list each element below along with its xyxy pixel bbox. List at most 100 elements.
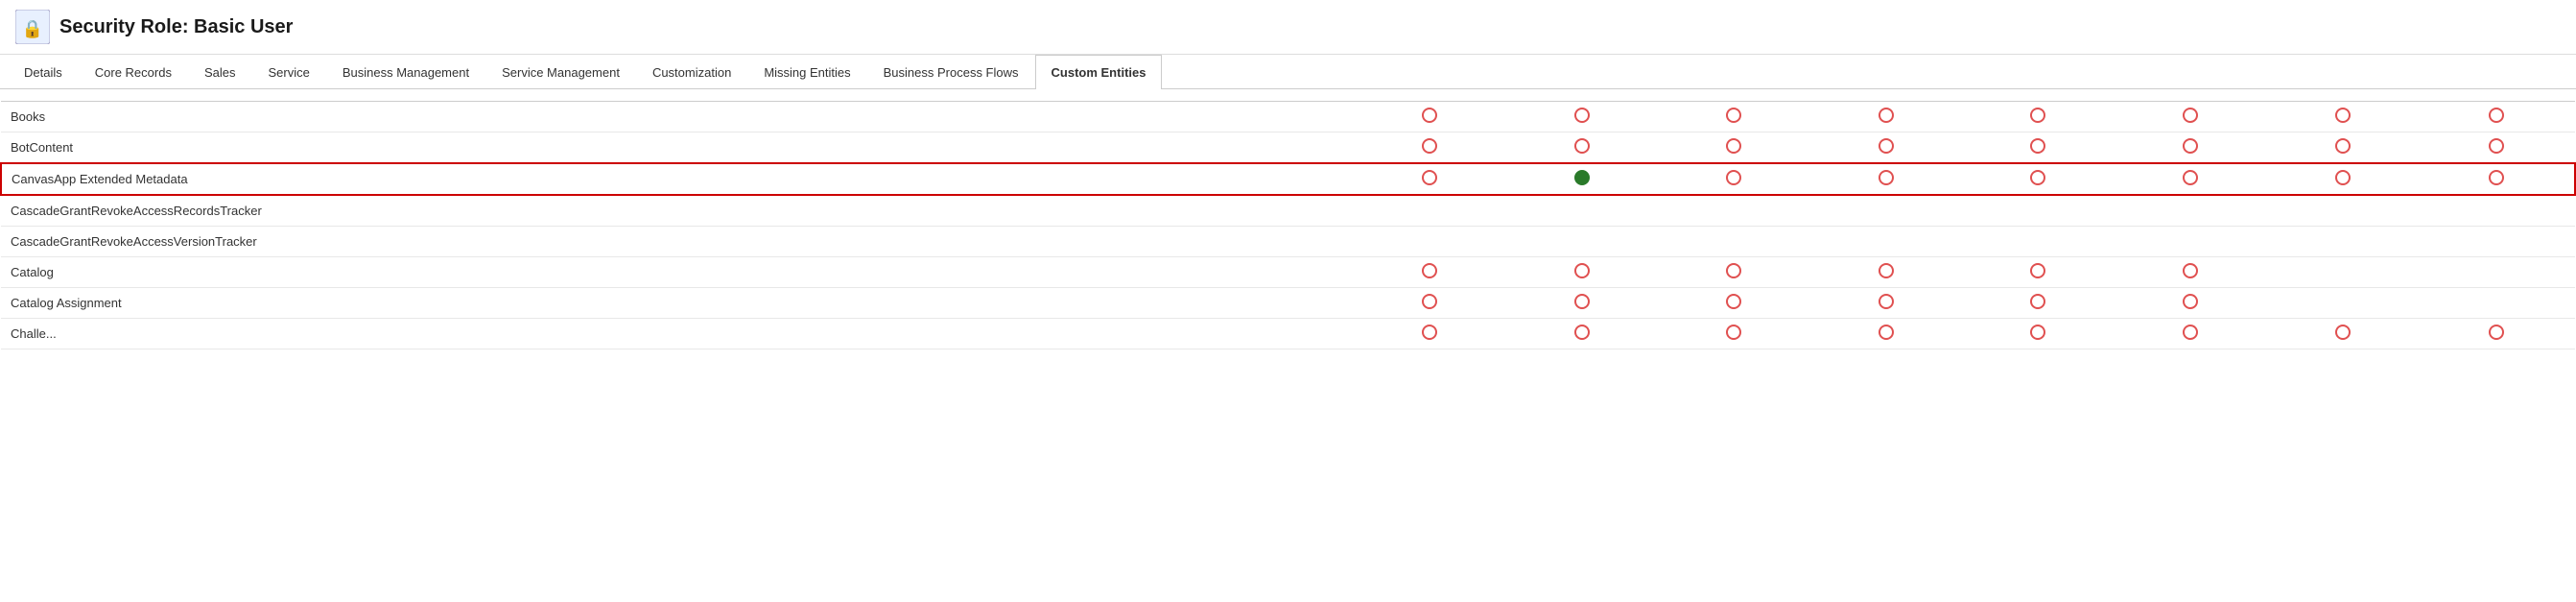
permission-cell[interactable] [2419,195,2575,227]
permission-cell[interactable] [1354,102,1506,132]
empty-circle-icon[interactable] [1574,138,1590,154]
permission-cell[interactable] [2115,163,2267,195]
empty-circle-icon[interactable] [2183,138,2198,154]
permission-cell[interactable] [1658,163,1810,195]
permission-cell[interactable] [2266,288,2419,319]
empty-circle-icon[interactable] [1726,138,1741,154]
permission-cell[interactable] [1810,132,1963,164]
permission-cell[interactable] [1505,319,1658,349]
permission-cell[interactable] [1810,102,1963,132]
tab-details[interactable]: Details [8,55,79,89]
permission-cell[interactable] [1354,227,1506,257]
empty-circle-icon[interactable] [2183,294,2198,309]
empty-circle-icon[interactable] [2335,325,2351,340]
empty-circle-icon[interactable] [2335,170,2351,185]
permission-cell[interactable] [1810,257,1963,288]
permission-cell[interactable] [1658,227,1810,257]
tab-business-management[interactable]: Business Management [326,55,485,89]
permission-cell[interactable] [1962,227,2115,257]
empty-circle-icon[interactable] [2030,294,2045,309]
empty-circle-icon[interactable] [2030,263,2045,278]
permission-cell[interactable] [1810,163,1963,195]
permission-cell[interactable] [1505,132,1658,164]
empty-circle-icon[interactable] [2183,108,2198,123]
permission-cell[interactable] [1658,288,1810,319]
permission-cell[interactable] [2419,163,2575,195]
permission-cell[interactable] [1962,102,2115,132]
permission-cell[interactable] [1658,132,1810,164]
permission-cell[interactable] [1658,319,1810,349]
empty-circle-icon[interactable] [1879,138,1894,154]
tab-service-management[interactable]: Service Management [485,55,636,89]
empty-circle-icon[interactable] [1422,263,1437,278]
empty-circle-icon[interactable] [1422,170,1437,185]
permission-cell[interactable] [1354,319,1506,349]
tab-custom-entities[interactable]: Custom Entities [1035,55,1163,89]
permission-cell[interactable] [2419,257,2575,288]
permission-cell[interactable] [2419,132,2575,164]
permission-cell[interactable] [1658,102,1810,132]
permission-cell[interactable] [2266,132,2419,164]
tab-core-records[interactable]: Core Records [79,55,188,89]
empty-circle-icon[interactable] [2489,138,2504,154]
permission-cell[interactable] [1658,257,1810,288]
empty-circle-icon[interactable] [1422,108,1437,123]
permission-cell[interactable] [1962,257,2115,288]
permission-cell[interactable] [1505,195,1658,227]
empty-circle-icon[interactable] [1422,294,1437,309]
tab-business-process-flows[interactable]: Business Process Flows [867,55,1035,89]
empty-circle-icon[interactable] [1879,294,1894,309]
permission-cell[interactable] [2419,102,2575,132]
empty-circle-icon[interactable] [1726,294,1741,309]
permission-cell[interactable] [2266,163,2419,195]
permission-cell[interactable] [1962,163,2115,195]
permission-cell[interactable] [1505,102,1658,132]
empty-circle-icon[interactable] [2030,138,2045,154]
permission-cell[interactable] [1962,288,2115,319]
empty-circle-icon[interactable] [1574,263,1590,278]
filled-circle-icon[interactable] [1574,170,1590,185]
permission-cell[interactable] [2115,288,2267,319]
permission-cell[interactable] [2266,257,2419,288]
permission-cell[interactable] [2115,319,2267,349]
empty-circle-icon[interactable] [1879,325,1894,340]
permission-cell[interactable] [1810,288,1963,319]
permission-cell[interactable] [2115,102,2267,132]
empty-circle-icon[interactable] [1726,325,1741,340]
tab-customization[interactable]: Customization [636,55,747,89]
permission-cell[interactable] [1962,319,2115,349]
permission-cell[interactable] [1505,288,1658,319]
tab-service[interactable]: Service [251,55,325,89]
permission-cell[interactable] [2266,195,2419,227]
empty-circle-icon[interactable] [2030,170,2045,185]
empty-circle-icon[interactable] [1879,263,1894,278]
permission-cell[interactable] [1810,319,1963,349]
permission-cell[interactable] [1354,257,1506,288]
permission-cell[interactable] [1658,195,1810,227]
permission-cell[interactable] [1354,288,1506,319]
empty-circle-icon[interactable] [2489,108,2504,123]
permission-cell[interactable] [1962,132,2115,164]
empty-circle-icon[interactable] [2489,325,2504,340]
empty-circle-icon[interactable] [1574,108,1590,123]
permission-cell[interactable] [2266,102,2419,132]
permission-cell[interactable] [1354,163,1506,195]
permission-cell[interactable] [2115,132,2267,164]
empty-circle-icon[interactable] [2030,325,2045,340]
empty-circle-icon[interactable] [1879,108,1894,123]
permission-cell[interactable] [1354,132,1506,164]
permission-cell[interactable] [2419,319,2575,349]
tab-sales[interactable]: Sales [188,55,252,89]
empty-circle-icon[interactable] [1574,325,1590,340]
permission-cell[interactable] [1354,195,1506,227]
permission-cell[interactable] [2266,227,2419,257]
empty-circle-icon[interactable] [1422,325,1437,340]
permission-cell[interactable] [2419,227,2575,257]
empty-circle-icon[interactable] [1726,108,1741,123]
permission-cell[interactable] [1962,195,2115,227]
permission-cell[interactable] [1505,257,1658,288]
permission-cell[interactable] [2115,257,2267,288]
permission-cell[interactable] [2115,227,2267,257]
tab-missing-entities[interactable]: Missing Entities [747,55,866,89]
empty-circle-icon[interactable] [2183,170,2198,185]
